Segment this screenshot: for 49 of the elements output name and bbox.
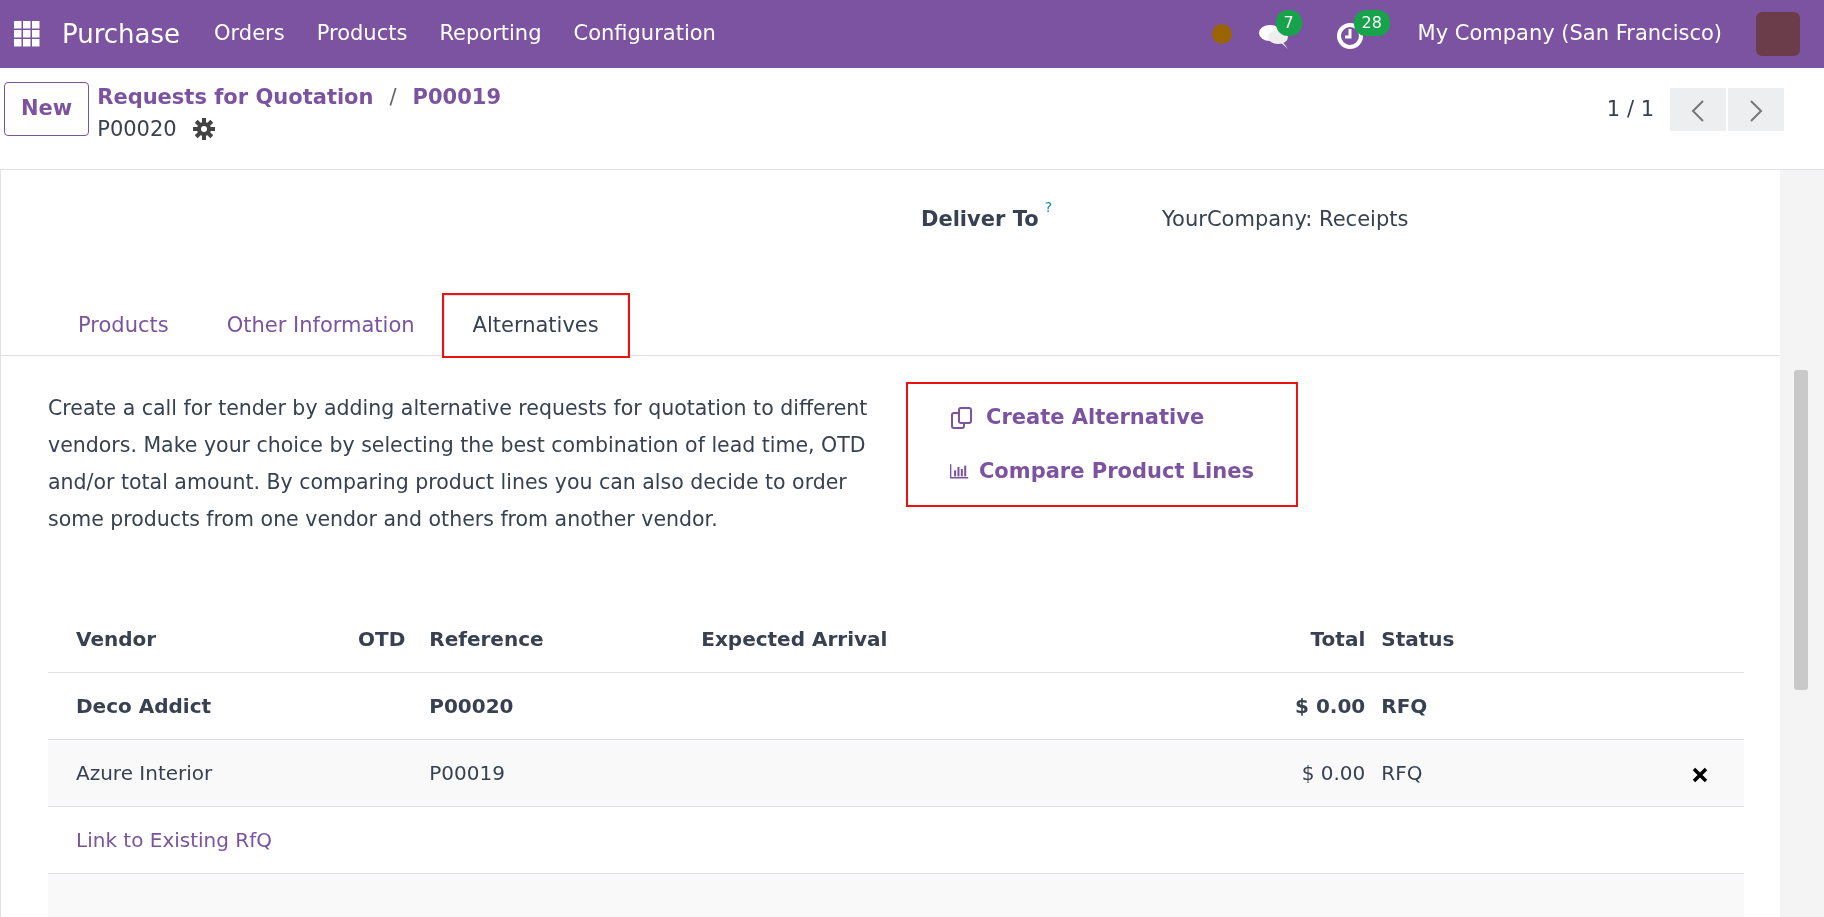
tab[interactable]: Alternatives — [443, 294, 628, 356]
breadcrumb-separator: / — [389, 84, 397, 111]
clock-icon[interactable] — [1335, 21, 1364, 50]
help-tooltip[interactable]: ? — [1044, 200, 1053, 214]
menu-item[interactable]: Orders — [198, 18, 301, 50]
table-cell: $ 0.00 — [1295, 694, 1366, 718]
apps-grid-icon[interactable] — [14, 21, 40, 47]
pager-value: 1 / 1 — [1606, 95, 1654, 123]
app-title[interactable]: Purchase — [40, 14, 199, 54]
delete-icon[interactable] — [1692, 766, 1708, 783]
action-link[interactable]: Compare Product Lines — [950, 455, 1254, 487]
table-cell: RFQ — [1381, 761, 1423, 785]
record-name: P00020 — [97, 115, 177, 143]
table-cell: $ 0.00 — [1301, 761, 1366, 785]
table-cell: P00020 — [429, 694, 514, 718]
menu-item[interactable]: Reporting — [423, 18, 558, 50]
chevron-left-icon — [1691, 98, 1705, 123]
table-cell: Azure Interior — [76, 761, 213, 785]
status-dot — [1211, 24, 1232, 44]
menu-item[interactable]: Configuration — [557, 18, 732, 50]
previous-button[interactable] — [1670, 88, 1726, 131]
scrollbar[interactable] — [1780, 170, 1824, 917]
column-header: Total — [1310, 627, 1366, 651]
column-header: Status — [1381, 627, 1455, 651]
company-name[interactable]: My Company (San Francisco) — [1417, 18, 1722, 50]
table-cell: P00019 — [429, 761, 505, 785]
chevron-right-icon — [1749, 98, 1763, 123]
description-paragraph: Create a call for tender by adding alternative requests for quotation to different vendors. Make your choice by selecting the best combination of lead time, OTD and/or total amount. By comparing product lines you can also decide to order some products from one vendor and others from another vendor. — [48, 395, 868, 533]
column-header: Vendor — [76, 627, 157, 651]
new-button[interactable]: New — [4, 82, 90, 136]
field-value: YourCompany: Receipts — [1162, 206, 1409, 233]
tab[interactable]: Other Information — [197, 294, 444, 356]
column-header: Reference — [429, 627, 544, 651]
field-label: Deliver To — [921, 206, 1039, 233]
breadcrumb-link[interactable]: P00019 — [412, 82, 502, 114]
table-cell: RFQ — [1381, 694, 1428, 718]
message-count: 7 — [1275, 10, 1302, 36]
column-header: Expected Arrival — [701, 627, 888, 651]
breadcrumb-link[interactable]: Requests for Quotation — [97, 82, 374, 114]
column-header: OTD — [358, 627, 406, 651]
scrollbar-thumb[interactable] — [1794, 370, 1808, 690]
link-existing-rfq[interactable]: Link to Existing RfQ — [76, 828, 272, 852]
settings-icon[interactable] — [192, 118, 215, 141]
table-cell: Deco Addict — [76, 694, 212, 718]
activity-count: 28 — [1353, 10, 1390, 36]
tab[interactable]: Products — [49, 294, 198, 356]
next-button[interactable] — [1728, 88, 1784, 131]
action-link[interactable]: Create Alternative — [950, 402, 1254, 434]
menu-item[interactable]: Products — [300, 18, 424, 50]
